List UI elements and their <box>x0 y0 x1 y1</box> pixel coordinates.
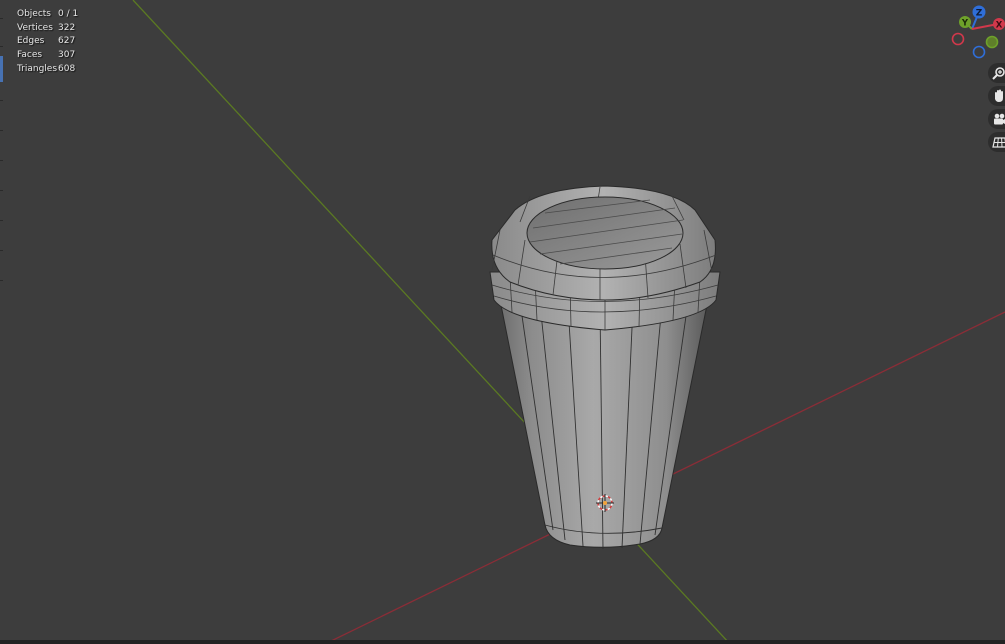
stat-objects: Objects 0 / 1 <box>17 8 78 22</box>
bottom-edge <box>0 640 1005 644</box>
stat-triangles: Triangles 608 <box>17 63 78 77</box>
pan-button[interactable] <box>988 86 1005 106</box>
gizmo-axis-neg-z[interactable] <box>972 45 986 59</box>
camera-view-button[interactable] <box>988 109 1005 129</box>
stat-edges: Edges 627 <box>17 35 78 49</box>
gizmo-axis-z[interactable]: Z <box>972 5 986 19</box>
gizmo-axis-neg-x[interactable] <box>951 32 965 46</box>
3d-viewport[interactable] <box>0 0 1005 644</box>
gizmo-label-x: X <box>996 21 1003 31</box>
camera-icon <box>994 113 1005 125</box>
stat-value: 608 <box>58 63 76 74</box>
hand-pan-icon <box>995 89 1003 102</box>
zoom-button[interactable] <box>988 63 1005 83</box>
stat-label: Triangles <box>17 63 58 74</box>
stat-label: Objects <box>17 9 52 19</box>
stat-vertices: Vertices 322 <box>17 22 78 36</box>
stat-faces: Faces 307 <box>17 49 78 63</box>
gizmo-label-y: Y <box>961 19 969 29</box>
stat-label: Vertices <box>17 22 53 33</box>
gizmo-axis-neg-y[interactable] <box>985 35 999 49</box>
perspective-toggle-button[interactable] <box>988 132 1005 152</box>
stat-value: 322 <box>58 22 76 33</box>
stat-value: 0 / 1 <box>58 9 79 19</box>
zoom-icon <box>992 67 1005 80</box>
grid-icon <box>992 137 1005 148</box>
navigation-gizmo[interactable]: Z Y X <box>948 3 1005 63</box>
active-tool-indicator[interactable] <box>0 56 3 82</box>
left-toolbar-strip <box>0 0 4 310</box>
viewport-navigation-buttons <box>988 63 1005 155</box>
gizmo-axis-x[interactable]: X <box>993 18 1005 31</box>
lid-recess <box>526 196 684 270</box>
statistics-overlay: Objects 0 / 1 Vertices 322 Edges 627 Fac… <box>17 8 78 77</box>
stat-label: Edges <box>17 36 45 47</box>
stat-value: 307 <box>58 50 76 61</box>
gizmo-label-z: Z <box>976 9 983 19</box>
stat-label: Faces <box>17 50 43 61</box>
stat-value: 627 <box>58 36 76 47</box>
